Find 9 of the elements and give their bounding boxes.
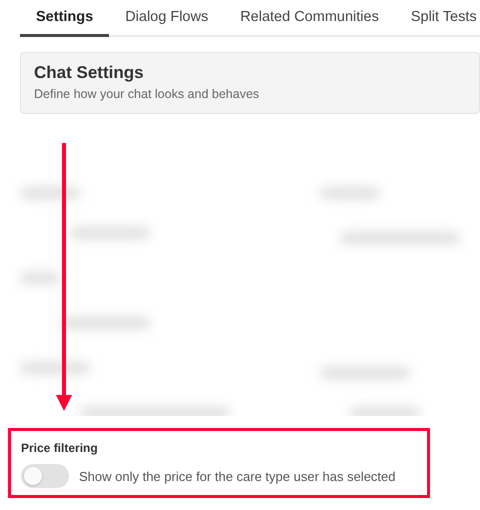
toggle-label: Show only the price for the care type user has selected: [79, 468, 396, 484]
setting-label: Price filtering: [21, 441, 98, 455]
tab[interactable]: Related Communities: [224, 0, 395, 37]
tab[interactable]: Dialog Flows: [109, 0, 224, 37]
toggle-switch[interactable]: [21, 464, 69, 488]
tab[interactable]: Split Tests: [394, 0, 480, 37]
tab[interactable]: Settings: [20, 0, 110, 37]
section-subtitle: Define how your chat looks and behaves: [34, 87, 260, 101]
section-title: Chat Settings: [34, 63, 145, 83]
